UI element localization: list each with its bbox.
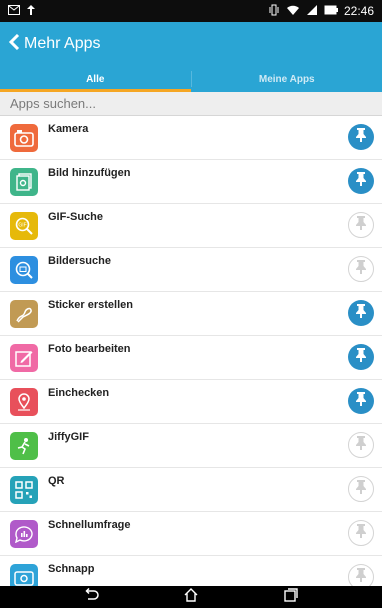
pin-outline-icon <box>354 567 368 587</box>
pin-button[interactable] <box>348 256 374 282</box>
list-item[interactable]: QR <box>0 468 382 512</box>
message-notification-icon <box>8 4 20 18</box>
back-arrow-icon <box>83 587 99 607</box>
search-bar <box>0 92 382 116</box>
app-list: Kamera Bild hinzufügen GIF GIF-Suche Bil… <box>0 116 382 586</box>
pin-icon <box>354 391 368 412</box>
edit-photo-icon <box>10 344 38 372</box>
pin-button[interactable] <box>348 564 374 586</box>
qr-code-icon <box>10 476 38 504</box>
back-button[interactable]: Mehr Apps <box>8 33 101 55</box>
list-item[interactable]: Schnellumfrage <box>0 512 382 556</box>
pin-button[interactable] <box>348 124 374 150</box>
page-title: Mehr Apps <box>24 35 101 52</box>
pin-outline-icon <box>354 523 368 544</box>
app-label: GIF-Suche <box>48 211 104 223</box>
tab-my-apps[interactable]: Meine Apps <box>192 66 382 92</box>
snap-icon <box>10 564 38 586</box>
pin-button[interactable] <box>348 520 374 546</box>
navigation-bar <box>0 586 382 608</box>
app-label: Bildersuche <box>48 255 111 267</box>
nav-home-button[interactable] <box>171 586 211 608</box>
nav-back-button[interactable] <box>71 586 111 608</box>
pin-icon <box>354 303 368 324</box>
pin-button[interactable] <box>348 168 374 194</box>
app-label: Foto bearbeiten <box>48 343 131 355</box>
list-item[interactable]: Foto bearbeiten <box>0 336 382 380</box>
sticker-icon <box>10 300 38 328</box>
clock: 22:46 <box>343 4 374 18</box>
search-input[interactable] <box>10 96 382 111</box>
list-item[interactable]: Bildersuche <box>0 248 382 292</box>
hanger-notification-icon <box>26 4 36 19</box>
list-item[interactable]: Sticker erstellen <box>0 292 382 336</box>
home-icon <box>183 587 199 608</box>
pin-button[interactable] <box>348 432 374 458</box>
pin-button[interactable] <box>348 388 374 414</box>
location-pin-icon <box>10 388 38 416</box>
recents-icon <box>283 587 299 608</box>
list-item[interactable]: GIF GIF-Suche <box>0 204 382 248</box>
status-bar: 22:46 <box>0 0 382 22</box>
pin-icon <box>354 127 368 148</box>
app-label: Bild hinzufügen <box>48 167 131 179</box>
app-label: Einchecken <box>48 387 110 399</box>
app-label: QR <box>48 475 65 487</box>
pin-outline-icon <box>354 435 368 456</box>
list-item[interactable]: Bild hinzufügen <box>0 160 382 204</box>
wifi-icon <box>286 4 300 19</box>
app-label: Kamera <box>48 123 89 135</box>
gif-search-icon: GIF <box>10 212 38 240</box>
list-item[interactable]: Schnapp <box>0 556 382 586</box>
list-item[interactable]: Einchecken <box>0 380 382 424</box>
pin-outline-icon <box>354 215 368 236</box>
tab-label: Alle <box>86 73 105 85</box>
battery-icon <box>324 4 338 18</box>
app-bar: Mehr Apps <box>0 22 382 66</box>
list-item[interactable]: Kamera <box>0 116 382 160</box>
poll-icon <box>10 520 38 548</box>
nav-recents-button[interactable] <box>271 586 311 608</box>
signal-icon <box>306 4 318 19</box>
add-image-icon <box>10 168 38 196</box>
pin-button[interactable] <box>348 476 374 502</box>
tab-bar: Alle Meine Apps <box>0 66 382 92</box>
pin-button[interactable] <box>348 300 374 326</box>
jiffygif-icon <box>10 432 38 460</box>
pin-outline-icon <box>354 479 368 500</box>
camera-icon <box>10 124 38 152</box>
tab-label: Meine Apps <box>258 73 315 85</box>
app-label: JiffyGIF <box>48 431 89 443</box>
pin-button[interactable] <box>348 212 374 238</box>
tab-all[interactable]: Alle <box>0 66 191 92</box>
pin-icon <box>354 347 368 368</box>
pin-button[interactable] <box>348 344 374 370</box>
list-item[interactable]: JiffyGIF <box>0 424 382 468</box>
svg-text:GIF: GIF <box>18 223 26 229</box>
app-label: Sticker erstellen <box>48 299 133 311</box>
chevron-left-icon <box>8 33 20 55</box>
image-search-icon <box>10 256 38 284</box>
pin-icon <box>354 171 368 192</box>
app-label: Schnellumfrage <box>48 519 131 531</box>
app-label: Schnapp <box>48 563 95 575</box>
vibrate-icon <box>268 4 280 19</box>
pin-outline-icon <box>354 259 368 280</box>
